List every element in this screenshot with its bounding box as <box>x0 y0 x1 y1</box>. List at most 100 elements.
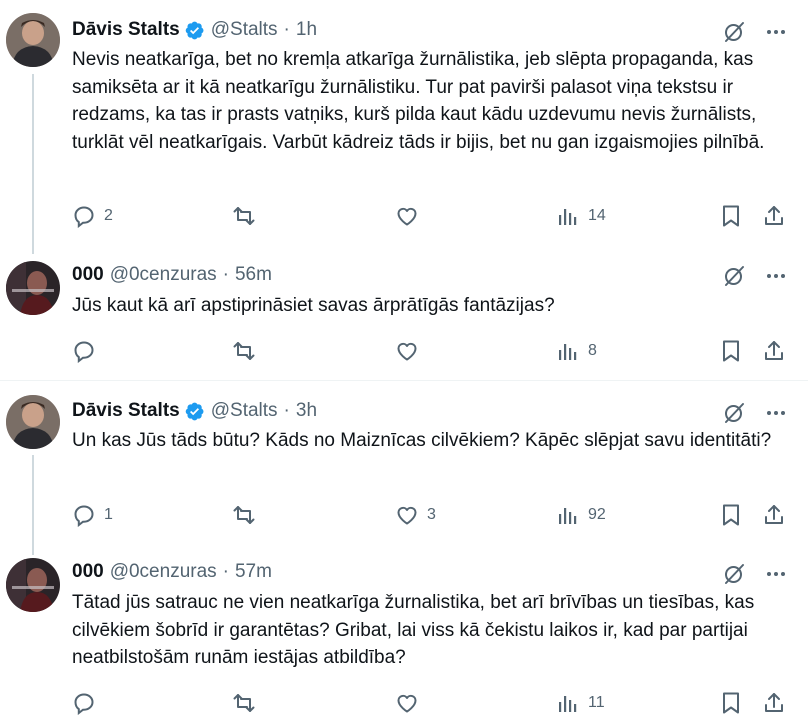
views-count: 14 <box>588 207 606 224</box>
author-name[interactable]: Dāvis Stalts <box>72 19 180 41</box>
bookmark-icon <box>719 204 743 228</box>
tweet-top-actions <box>722 562 786 586</box>
timestamp[interactable]: 1h <box>296 19 317 41</box>
retweet-icon <box>232 691 256 715</box>
reply-button[interactable]: 2 <box>72 202 113 230</box>
retweet-button[interactable] <box>232 337 264 365</box>
author-handle[interactable]: @Stalts <box>211 19 278 41</box>
thread-line <box>32 455 34 555</box>
like-button[interactable]: 3 <box>395 501 436 529</box>
separator-dot: · <box>283 19 290 40</box>
more-icon[interactable] <box>766 22 786 42</box>
reply-button[interactable]: 1 <box>72 501 113 529</box>
share-icon <box>762 691 786 715</box>
views-count: 11 <box>588 694 605 711</box>
grok-icon[interactable] <box>722 20 746 44</box>
tweet-actions: 1 3 92 <box>72 501 788 529</box>
views-count: 8 <box>588 342 597 359</box>
reply-thread: Dāvis Stalts @Stalts · 1h Nevis neatkarī… <box>0 0 808 725</box>
separator-dot: · <box>222 561 229 582</box>
share-icon <box>762 503 786 527</box>
avatar[interactable] <box>6 558 60 612</box>
avatar[interactable] <box>6 261 60 315</box>
share-icon <box>762 339 786 363</box>
tweet-header: 000 @0cenzuras · 56m <box>72 263 272 287</box>
author-handle[interactable]: @0cenzuras <box>110 264 217 286</box>
retweet-icon <box>232 503 256 527</box>
reply-button[interactable] <box>72 689 104 717</box>
tweet[interactable]: Dāvis Stalts @Stalts · 3h Un kas Jūs tād… <box>0 381 808 555</box>
reply-icon <box>72 691 96 715</box>
tweet[interactable]: Dāvis Stalts @Stalts · 1h Nevis neatkarī… <box>0 0 808 254</box>
share-button[interactable] <box>762 337 786 365</box>
author-name[interactable]: 000 <box>72 561 104 583</box>
retweet-button[interactable] <box>232 501 264 529</box>
reply-count: 2 <box>104 207 113 224</box>
reply-icon <box>72 204 96 228</box>
share-button[interactable] <box>762 501 786 529</box>
timestamp[interactable]: 3h <box>296 400 317 422</box>
views-icon <box>556 204 580 228</box>
author-handle[interactable]: @Stalts <box>211 400 278 422</box>
verified-badge-icon <box>184 20 205 41</box>
like-icon <box>395 204 419 228</box>
author-handle[interactable]: @0cenzuras <box>110 561 217 583</box>
tweet-top-actions <box>722 20 786 44</box>
like-button[interactable] <box>395 202 427 230</box>
tweet-text: Nevis neatkarīga, bet no kremļa atkarīga… <box>72 49 765 153</box>
tweet-actions: 11 <box>72 689 788 717</box>
grok-icon[interactable] <box>722 562 746 586</box>
author-name[interactable]: Dāvis Stalts <box>72 400 180 422</box>
reply-button[interactable] <box>72 337 104 365</box>
verified-badge-icon <box>184 401 205 422</box>
views-icon <box>556 503 580 527</box>
more-icon[interactable] <box>766 403 786 423</box>
more-icon[interactable] <box>766 266 786 286</box>
more-icon[interactable] <box>766 564 786 584</box>
share-button[interactable] <box>762 689 786 717</box>
bookmark-icon <box>719 503 743 527</box>
retweet-icon <box>232 204 256 228</box>
avatar[interactable] <box>6 395 60 449</box>
share-button[interactable] <box>762 202 786 230</box>
bookmark-button[interactable] <box>719 689 743 717</box>
grok-icon[interactable] <box>722 401 746 425</box>
views-button[interactable]: 11 <box>556 689 605 717</box>
like-icon <box>395 503 419 527</box>
retweet-button[interactable] <box>232 202 264 230</box>
views-button[interactable]: 14 <box>556 202 606 230</box>
tweet-text: Jūs kaut kā arī apstiprināsiet savas ārp… <box>72 295 555 316</box>
tweet[interactable]: 000 @0cenzuras · 57m Tātad jūs satrauc n… <box>0 546 808 725</box>
like-icon <box>395 339 419 363</box>
tweet-header: Dāvis Stalts @Stalts · 3h <box>72 399 317 423</box>
separator-dot: · <box>222 264 229 285</box>
views-icon <box>556 339 580 363</box>
tweet-top-actions <box>722 264 786 288</box>
timestamp[interactable]: 56m <box>235 264 272 286</box>
tweet-header: Dāvis Stalts @Stalts · 1h <box>72 18 317 42</box>
like-button[interactable] <box>395 689 427 717</box>
separator-dot: · <box>283 400 290 421</box>
like-button[interactable] <box>395 337 427 365</box>
bookmark-button[interactable] <box>719 501 743 529</box>
thread-line <box>32 74 34 254</box>
tweet-actions: 8 <box>72 337 788 365</box>
views-count: 92 <box>588 506 606 523</box>
avatar[interactable] <box>6 13 60 67</box>
grok-icon[interactable] <box>722 264 746 288</box>
reply-icon <box>72 503 96 527</box>
views-button[interactable]: 92 <box>556 501 606 529</box>
tweet[interactable]: 000 @0cenzuras · 56m Jūs kaut kā arī aps… <box>0 250 808 380</box>
author-name[interactable]: 000 <box>72 264 104 286</box>
reply-count: 1 <box>104 506 113 523</box>
timestamp[interactable]: 57m <box>235 561 272 583</box>
tweet-text: Tātad jūs satrauc ne vien neatkarīga žur… <box>72 592 755 668</box>
views-button[interactable]: 8 <box>556 337 597 365</box>
bookmark-button[interactable] <box>719 337 743 365</box>
retweet-icon <box>232 339 256 363</box>
retweet-button[interactable] <box>232 689 264 717</box>
bookmark-icon <box>719 691 743 715</box>
tweet-top-actions <box>722 401 786 425</box>
bookmark-button[interactable] <box>719 202 743 230</box>
views-icon <box>556 691 580 715</box>
